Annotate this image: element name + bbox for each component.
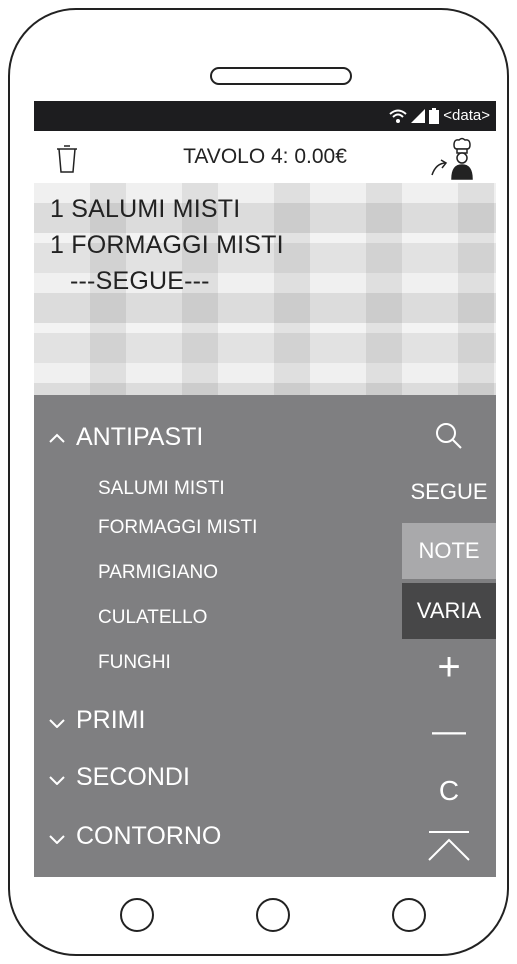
menu-item[interactable]: FORMAGGI MISTI xyxy=(98,517,257,539)
chevron-down-icon xyxy=(49,775,65,785)
status-icons: <data> xyxy=(389,107,490,124)
category-label: PRIMI xyxy=(76,706,146,734)
chevron-down-icon xyxy=(49,834,65,844)
category-primi[interactable]: PRIMI xyxy=(48,706,145,735)
app-screen: <data> TAVOLO 4: 0.00€ 1 SALUMI MISTI 1 … xyxy=(34,101,496,877)
search-icon xyxy=(436,423,462,449)
menu-panel: ANTIPASTI SALUMI MISTI FORMAGGI MISTI PA… xyxy=(34,395,496,877)
menu-item[interactable]: FUNGHI xyxy=(98,652,171,674)
category-secondi[interactable]: SECONDI xyxy=(48,763,190,792)
varia-button[interactable]: VARIA xyxy=(402,583,496,639)
category-contorno[interactable]: CONTORNO xyxy=(48,822,221,851)
category-label: CONTORNO xyxy=(76,822,222,850)
nav-button-left[interactable] xyxy=(120,898,154,932)
table-title: TAVOLO 4: 0.00€ xyxy=(183,145,347,168)
nav-button-home[interactable] xyxy=(256,898,290,932)
status-bar: <data> xyxy=(34,101,496,131)
chevron-up-icon xyxy=(49,433,65,443)
order-line-segue[interactable]: ---SEGUE--- xyxy=(70,267,210,296)
collapse-button[interactable] xyxy=(402,829,496,867)
menu-item[interactable]: PARMIGIANO xyxy=(98,562,218,584)
chevron-down-icon xyxy=(49,718,65,728)
battery-icon xyxy=(429,107,440,124)
menu-item[interactable]: SALUMI MISTI xyxy=(98,478,225,500)
clear-button[interactable]: C xyxy=(402,771,496,811)
signal-icon xyxy=(411,108,426,123)
search-button[interactable] xyxy=(402,421,496,457)
collapse-up-icon xyxy=(428,831,470,861)
nav-button-right[interactable] xyxy=(392,898,426,932)
order-list: 1 SALUMI MISTI 1 FORMAGGI MISTI ---SEGUE… xyxy=(34,183,496,395)
plus-button[interactable]: + xyxy=(402,647,496,687)
segue-button[interactable]: SEGUE xyxy=(402,479,496,505)
menu-item[interactable]: CULATELLO xyxy=(98,607,207,629)
title-bar: TAVOLO 4: 0.00€ xyxy=(34,131,496,183)
minus-button[interactable]: — xyxy=(402,711,496,751)
wifi-icon xyxy=(389,109,407,123)
category-antipasti[interactable]: ANTIPASTI xyxy=(48,423,203,452)
note-button[interactable]: NOTE xyxy=(402,523,496,579)
category-label: SECONDI xyxy=(76,763,190,791)
category-label: ANTIPASTI xyxy=(76,423,204,451)
phone-speaker xyxy=(210,67,352,85)
status-data-label: <data> xyxy=(443,107,490,124)
order-line[interactable]: 1 SALUMI MISTI xyxy=(50,195,240,224)
send-to-chef-icon[interactable] xyxy=(428,137,476,181)
order-line[interactable]: 1 FORMAGGI MISTI xyxy=(50,231,284,260)
